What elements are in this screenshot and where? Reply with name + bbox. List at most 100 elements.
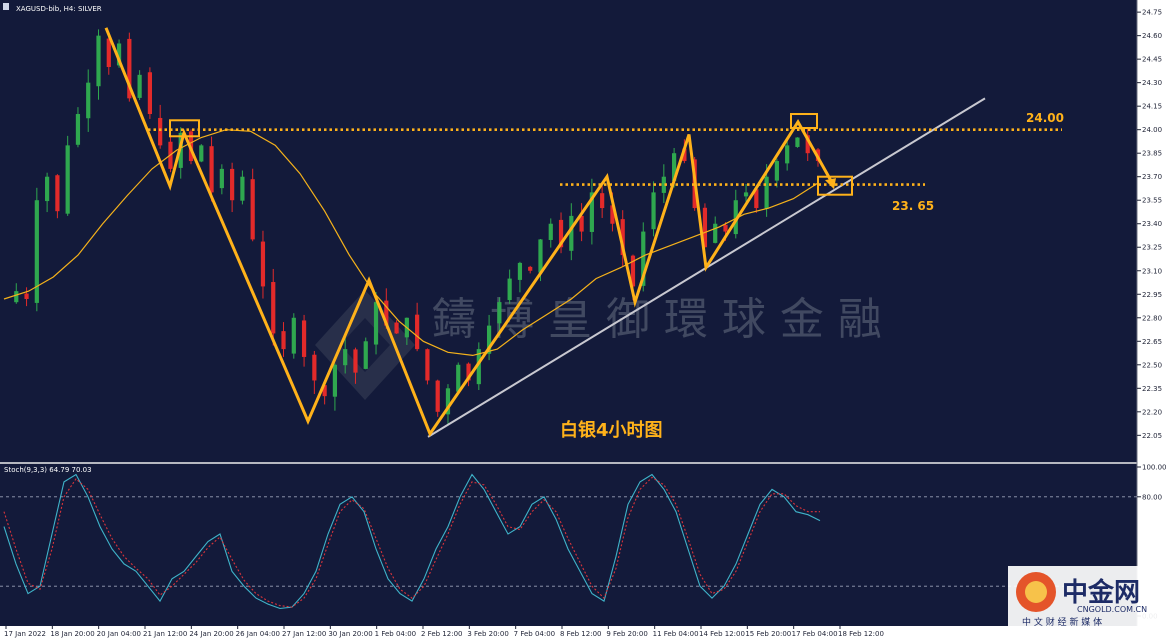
time-tick-label: 17 Feb 04:00 — [792, 630, 838, 638]
price-axis: 24.75 24.60 24.45 24.30 24.15 24.00 23.85 23.70… — [1137, 9, 1167, 621]
candle-body — [723, 224, 728, 232]
candle-body — [785, 145, 790, 164]
candle-body — [353, 349, 358, 373]
candle-body — [65, 145, 70, 214]
price-tick-label: 23.70 — [1142, 173, 1162, 181]
logo-url: CNGOLD.COM.CN — [1077, 605, 1147, 614]
price-tick-label: 23.55 — [1142, 197, 1162, 205]
time-tick-label: 11 Feb 04:00 — [653, 630, 699, 638]
price-tick-label: 22.65 — [1142, 338, 1162, 346]
candle-body — [456, 364, 461, 392]
candle-body — [260, 241, 266, 287]
price-tick-label: 24.75 — [1142, 9, 1162, 17]
candle-body — [743, 192, 749, 197]
time-tick-label: 14 Feb 12:00 — [699, 630, 745, 638]
logo-tagline: 中 文 财 经 新 媒 体 — [1022, 616, 1102, 628]
candle-body — [373, 302, 379, 345]
price-tick-label: 23.25 — [1142, 244, 1162, 252]
time-tick-label: 9 Feb 20:00 — [606, 630, 647, 638]
price-tick-label: 23.10 — [1142, 267, 1162, 275]
time-tick-label: 27 Jan 12:00 — [282, 630, 326, 638]
cngold-logo: 中金网 CNGOLD.COM.CN 中 文 财 经 新 媒 体 — [1008, 566, 1160, 628]
candle-body — [538, 239, 543, 273]
stoch-tick-label: 80.00 — [1142, 493, 1162, 501]
price-tick-label: 22.50 — [1142, 361, 1162, 369]
candle-body — [106, 38, 111, 67]
candle-body — [301, 320, 307, 357]
symbol-header: XAGUSD-bib, H4: SILVER — [16, 5, 102, 13]
candle-body — [75, 114, 81, 145]
time-tick-label: 1 Feb 04:00 — [375, 630, 416, 638]
time-tick-label: 3 Feb 20:00 — [467, 630, 508, 638]
price-tick-label: 22.95 — [1142, 291, 1162, 299]
time-tick-label: 7 Feb 04:00 — [514, 630, 555, 638]
price-tick-label: 24.60 — [1142, 32, 1162, 40]
candle-body — [394, 322, 399, 334]
candle-body — [281, 331, 286, 350]
candle-body — [199, 145, 204, 162]
stoch-header: Stoch(9,3,3) 64.79 70.03 — [4, 466, 92, 474]
price-tick-label: 23.40 — [1142, 220, 1162, 228]
stoch-pane — [0, 464, 1137, 626]
candle-body — [497, 302, 502, 324]
time-tick-label: 30 Jan 20:00 — [328, 630, 372, 638]
candle-body — [569, 215, 574, 251]
time-axis: 17 Jan 2022 18 Jan 20:00 20 Jan 04:00 21 Ja… — [4, 626, 884, 638]
support-label: 23. 65 — [892, 199, 934, 213]
logo-name: 中金网 — [1062, 577, 1140, 608]
chart-caption: 白银4小时图 — [560, 419, 663, 441]
candle-body — [271, 282, 276, 334]
candle-body — [137, 74, 142, 98]
candle-body — [147, 72, 152, 115]
candle-body — [240, 176, 245, 201]
candle-body — [55, 175, 60, 212]
candle-body — [600, 193, 605, 209]
candle-body — [528, 266, 533, 271]
candle-body — [343, 349, 348, 366]
candle-body — [230, 168, 235, 201]
price-tick-label: 22.80 — [1142, 314, 1162, 322]
candle-body — [209, 146, 214, 193]
candle-body — [435, 380, 440, 412]
price-tick-label: 23.85 — [1142, 150, 1162, 158]
time-tick-label: 24 Jan 20:00 — [189, 630, 233, 638]
candle-body — [86, 82, 91, 119]
time-tick-label: 18 Feb 12:00 — [838, 630, 884, 638]
candle-body — [363, 341, 368, 369]
resistance-label: 24.00 — [1026, 111, 1064, 125]
candle-body — [45, 176, 50, 202]
time-tick-label: 18 Jan 20:00 — [50, 630, 94, 638]
candle-body — [250, 179, 255, 240]
candle-body — [795, 137, 800, 147]
window-icon[interactable] — [3, 3, 9, 10]
candle-body — [774, 161, 779, 181]
candle-body — [548, 223, 553, 240]
logo-emblem-inner-icon — [1025, 581, 1047, 603]
price-tick-label: 24.00 — [1142, 126, 1162, 134]
stoch-tick-label: 100.00 — [1142, 464, 1167, 472]
time-tick-label: 26 Jan 04:00 — [236, 630, 280, 638]
time-tick-label: 2 Feb 12:00 — [421, 630, 462, 638]
time-tick-label: 17 Jan 2022 — [4, 630, 46, 638]
candle-body — [713, 223, 718, 243]
candle-body — [764, 176, 769, 209]
candle-body — [158, 117, 163, 146]
candle-body — [415, 314, 420, 350]
time-tick-label: 15 Feb 20:00 — [745, 630, 791, 638]
candle-body — [219, 168, 224, 189]
time-tick-label: 8 Feb 12:00 — [560, 630, 601, 638]
candle-body — [291, 317, 296, 354]
candle-body — [517, 262, 523, 280]
candle-body — [312, 354, 317, 381]
candle-body — [425, 349, 430, 381]
time-tick-label: 21 Jan 12:00 — [143, 630, 187, 638]
price-tick-label: 22.20 — [1142, 408, 1162, 416]
candle-body — [651, 192, 656, 230]
price-tick-label: 24.30 — [1142, 79, 1162, 87]
candle-body — [507, 278, 512, 301]
candle-body — [14, 291, 19, 303]
price-tick-label: 24.45 — [1142, 56, 1162, 64]
chart-window: XAGUSD-bib, H4: SILVER Stoch(9,3,3) 64.7… — [0, 0, 1170, 640]
price-tick-label: 22.05 — [1142, 432, 1162, 440]
chart-canvas: XAGUSD-bib, H4: SILVER Stoch(9,3,3) 64.7… — [0, 0, 1167, 638]
